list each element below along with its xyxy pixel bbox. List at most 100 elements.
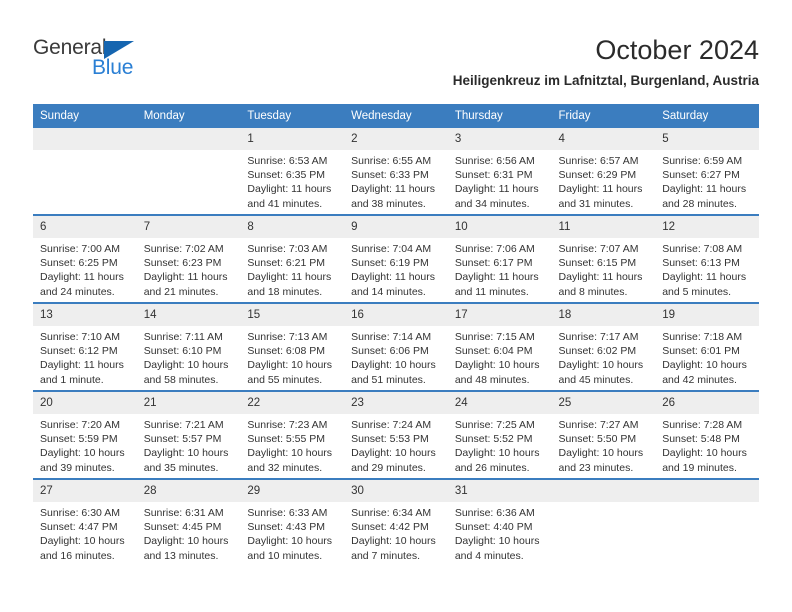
calendar-day-cell[interactable]: 11 Sunrise: 7:07 AM Sunset: 6:15 PM Dayligh… [551, 214, 656, 303]
sunset-text: Sunset: 6:23 PM [143, 257, 222, 270]
calendar-day-cell[interactable]: 3 Sunrise: 6:56 AM Sunset: 6:31 PM Daylight… [447, 128, 552, 215]
sunset-text: Sunset: 6:19 PM [351, 257, 429, 270]
sunset-text: Sunset: 5:50 PM [558, 433, 637, 446]
calendar-day-cell[interactable]: 8 Sunrise: 7:03 AM Sunset: 6:21 PM Daylight… [240, 214, 345, 303]
day-cell-inner: 9 Sunrise: 7:04 AM Sunset: 6:19 PM Daylight… [344, 216, 448, 302]
daylight-text-line2: and 13 minutes. [143, 549, 219, 562]
day-details: Sunrise: 7:13 AM Sunset: 6:08 PM Daylight:… [240, 326, 344, 387]
calendar-day-cell[interactable]: 31 Sunrise: 6:36 AM Sunset: 4:40 PM Dayligh… [447, 478, 552, 566]
sunset-text: Sunset: 6:04 PM [454, 345, 533, 358]
sunset-text: Sunset: 5:48 PM [662, 433, 740, 446]
day-cell-inner: 16 Sunrise: 7:14 AM Sunset: 6:06 PM Dayligh… [344, 304, 448, 390]
calendar-week-row: 27 Sunrise: 6:30 AM Sunset: 4:47 PM Dayligh… [33, 478, 759, 566]
day-number [33, 128, 137, 150]
day-number: 9 [344, 216, 448, 238]
day-number: 20 [33, 392, 137, 414]
sunset-text: Sunset: 5:52 PM [454, 433, 533, 446]
day-number: 18 [551, 304, 656, 326]
calendar-day-cell[interactable]: 18 Sunrise: 7:17 AM Sunset: 6:02 PM Dayligh… [551, 302, 656, 391]
day-details: Sunrise: 7:11 AM Sunset: 6:10 PM Daylight:… [137, 326, 241, 387]
day-cell-inner: 18 Sunrise: 7:17 AM Sunset: 6:02 PM Dayligh… [551, 304, 656, 390]
day-number: 8 [240, 216, 345, 238]
calendar-day-cell[interactable]: 19 Sunrise: 7:18 AM Sunset: 6:01 PM Dayligh… [655, 302, 759, 391]
sunset-text: Sunset: 6:10 PM [143, 345, 222, 358]
calendar-day-cell[interactable]: 30 Sunrise: 6:34 AM Sunset: 4:42 PM Dayligh… [344, 478, 448, 566]
calendar-day-cell[interactable]: 24 Sunrise: 7:25 AM Sunset: 5:52 PM Dayligh… [447, 390, 552, 479]
daylight-text-line1: Daylight: 10 hours [40, 535, 125, 548]
calendar-day-cell[interactable]: 5 Sunrise: 6:59 AM Sunset: 6:27 PM Daylight… [655, 128, 759, 215]
sunset-text: Sunset: 4:43 PM [247, 521, 326, 534]
calendar-day-cell[interactable]: 12 Sunrise: 7:08 AM Sunset: 6:13 PM Dayligh… [655, 214, 759, 303]
day-number: 28 [136, 480, 241, 502]
calendar-day-cell[interactable]: 20 Sunrise: 7:20 AM Sunset: 5:59 PM Dayligh… [33, 390, 137, 479]
calendar-day-cell[interactable]: 17 Sunrise: 7:15 AM Sunset: 6:04 PM Dayligh… [447, 302, 552, 391]
calendar-day-cell[interactable]: 21 Sunrise: 7:21 AM Sunset: 5:57 PM Dayligh… [136, 390, 241, 479]
daylight-text-line2: and 35 minutes. [143, 461, 219, 474]
calendar-day-cell[interactable]: 25 Sunrise: 7:27 AM Sunset: 5:50 PM Dayligh… [551, 390, 656, 479]
calendar-day-cell[interactable]: 27 Sunrise: 6:30 AM Sunset: 4:47 PM Dayligh… [33, 478, 137, 566]
day-details: Sunrise: 7:24 AM Sunset: 5:53 PM Daylight:… [344, 414, 448, 475]
day-number: 29 [240, 480, 345, 502]
daylight-text-line1: Daylight: 11 hours [40, 271, 124, 284]
calendar-day-cell[interactable]: 15 Sunrise: 7:13 AM Sunset: 6:08 PM Dayligh… [240, 302, 345, 391]
sunset-text: Sunset: 5:57 PM [143, 433, 222, 446]
daylight-text-line1: Daylight: 10 hours [662, 447, 747, 460]
calendar-day-cell[interactable]: 13 Sunrise: 7:10 AM Sunset: 6:12 PM Dayligh… [33, 302, 137, 391]
calendar-day-cell[interactable]: 14 Sunrise: 7:11 AM Sunset: 6:10 PM Dayligh… [136, 302, 241, 391]
daylight-text-line1: Daylight: 10 hours [247, 535, 333, 548]
sunrise-text: Sunrise: 7:10 AM [40, 331, 120, 343]
daylight-text-line1: Daylight: 11 hours [351, 271, 435, 284]
sunrise-text: Sunrise: 6:30 AM [40, 507, 120, 519]
calendar-day-cell[interactable]: 6 Sunrise: 7:00 AM Sunset: 6:25 PM Daylight… [33, 214, 137, 303]
daylight-text-line2: and 11 minutes. [454, 285, 529, 298]
sunset-text: Sunset: 6:13 PM [662, 257, 740, 270]
sunrise-text: Sunrise: 7:11 AM [143, 331, 223, 343]
daylight-text-line1: Daylight: 10 hours [558, 447, 644, 460]
sunrise-text: Sunrise: 7:04 AM [351, 243, 432, 255]
calendar-day-cell[interactable]: 1 Sunrise: 6:53 AM Sunset: 6:35 PM Daylight… [240, 128, 345, 215]
day-number [551, 480, 656, 502]
day-number: 27 [33, 480, 137, 502]
day-number: 7 [136, 216, 241, 238]
daylight-text-line1: Daylight: 11 hours [143, 271, 228, 284]
sunrise-text: Sunrise: 6:57 AM [558, 155, 639, 167]
day-cell-inner: 22 Sunrise: 7:23 AM Sunset: 5:55 PM Dayligh… [240, 392, 345, 478]
daylight-text-line2: and 24 minutes. [40, 285, 115, 298]
calendar-day-cell[interactable]: 23 Sunrise: 7:24 AM Sunset: 5:53 PM Dayligh… [344, 390, 448, 479]
calendar-day-cell[interactable]: 10 Sunrise: 7:06 AM Sunset: 6:17 PM Dayligh… [447, 214, 552, 303]
daylight-text-line2: and 26 minutes. [454, 461, 530, 474]
calendar-day-cell[interactable]: 16 Sunrise: 7:14 AM Sunset: 6:06 PM Dayligh… [344, 302, 448, 391]
daylight-text-line2: and 58 minutes. [143, 373, 219, 386]
daylight-text-line2: and 23 minutes. [558, 461, 634, 474]
calendar-day-cell[interactable]: 26 Sunrise: 7:28 AM Sunset: 5:48 PM Dayligh… [655, 390, 759, 479]
daylight-text-line1: Daylight: 11 hours [558, 271, 643, 284]
sunset-text: Sunset: 6:15 PM [558, 257, 637, 270]
calendar-day-cell[interactable]: 22 Sunrise: 7:23 AM Sunset: 5:55 PM Dayligh… [240, 390, 345, 479]
sunset-text: Sunset: 6:29 PM [558, 169, 637, 182]
calendar-day-cell[interactable]: 9 Sunrise: 7:04 AM Sunset: 6:19 PM Daylight… [344, 214, 448, 303]
daylight-text-line1: Daylight: 10 hours [351, 447, 436, 460]
calendar-week-row: 13 Sunrise: 7:10 AM Sunset: 6:12 PM Dayligh… [33, 302, 759, 391]
calendar-day-cell[interactable]: 4 Sunrise: 6:57 AM Sunset: 6:29 PM Daylight… [551, 128, 656, 215]
daylight-text-line1: Daylight: 10 hours [454, 535, 540, 548]
sunset-text: Sunset: 6:35 PM [247, 169, 326, 182]
page-title: October 2024 [595, 35, 759, 65]
calendar-day-cell[interactable]: 28 Sunrise: 6:31 AM Sunset: 4:45 PM Dayligh… [136, 478, 241, 566]
daylight-text-line1: Daylight: 11 hours [454, 271, 539, 284]
calendar-day-cell-empty [33, 128, 137, 215]
weekday-header-wednesday: Wednesday [344, 104, 448, 128]
day-number: 3 [447, 128, 552, 150]
calendar-day-cell[interactable]: 7 Sunrise: 7:02 AM Sunset: 6:23 PM Daylight… [136, 214, 241, 303]
day-details: Sunrise: 7:15 AM Sunset: 6:04 PM Daylight:… [448, 326, 552, 387]
calendar-day-cell[interactable]: 29 Sunrise: 6:33 AM Sunset: 4:43 PM Dayligh… [240, 478, 345, 566]
daylight-text-line1: Daylight: 10 hours [40, 447, 125, 460]
sunset-text: Sunset: 4:47 PM [40, 521, 118, 534]
sunrise-text: Sunrise: 7:00 AM [40, 243, 120, 255]
daylight-text-line2: and 4 minutes. [454, 549, 524, 562]
day-details: Sunrise: 7:10 AM Sunset: 6:12 PM Daylight:… [33, 326, 137, 387]
sunset-text: Sunset: 6:01 PM [662, 345, 740, 358]
day-details: Sunrise: 7:25 AM Sunset: 5:52 PM Daylight:… [448, 414, 552, 475]
calendar-page: General Blue October 2024 Heiligenkreuz … [0, 0, 792, 612]
calendar-day-cell[interactable]: 2 Sunrise: 6:55 AM Sunset: 6:33 PM Daylight… [344, 128, 448, 215]
daylight-text-line2: and 38 minutes. [351, 197, 426, 210]
